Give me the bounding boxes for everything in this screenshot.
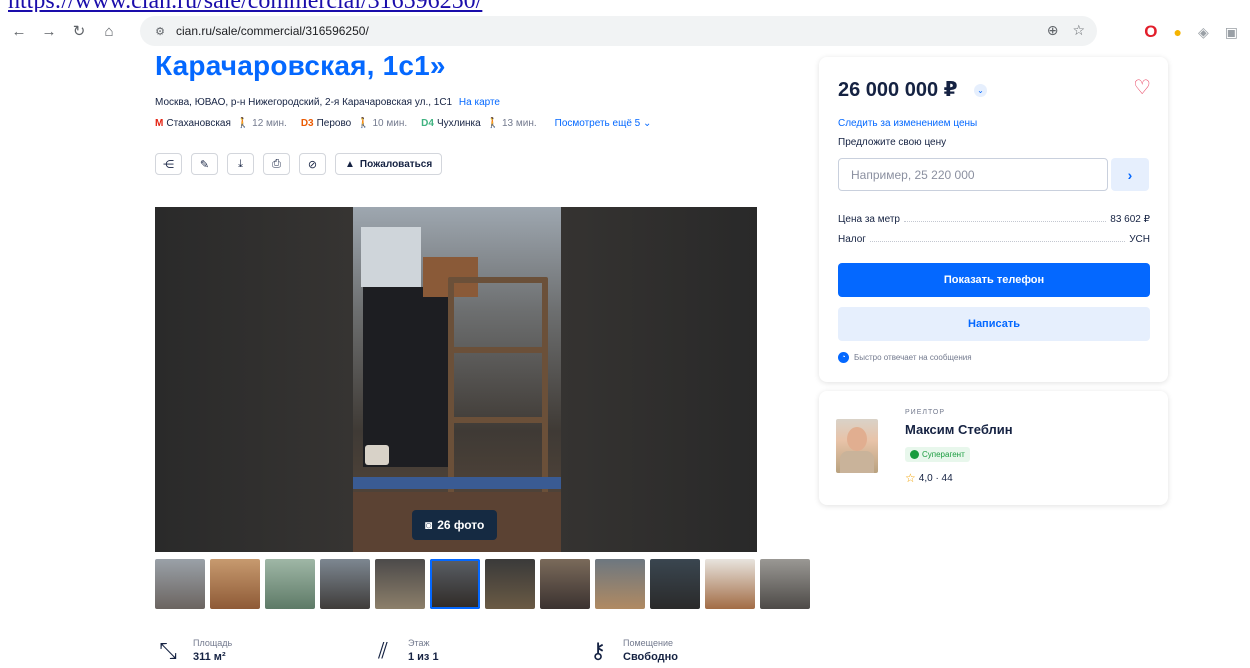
- zoom-icon[interactable]: ⊕: [1047, 22, 1059, 39]
- browser-toolbar: ← → ↻ ⌂ ⚙ cian.ru/sale/commercial/316596…: [0, 12, 1250, 50]
- price-card: 26 000 000 ₽ ⌄ ♡ Следить за изменением ц…: [819, 57, 1168, 382]
- fact-floor: ⫽ Этаж 1 из 1: [370, 638, 585, 664]
- thumbnail-strip: [155, 559, 810, 609]
- print-icon: ⎙: [272, 157, 281, 170]
- chevron-down-icon[interactable]: ⌄: [974, 84, 987, 97]
- heart-icon[interactable]: ♡: [1133, 75, 1151, 100]
- extension-grey-icon[interactable]: ◈: [1198, 24, 1209, 41]
- agent-name[interactable]: Максим Стеблин: [905, 422, 1013, 437]
- show-phone-button[interactable]: Показать телефон: [838, 263, 1150, 297]
- reload-icon[interactable]: ↻: [68, 20, 90, 42]
- address-bar[interactable]: ⚙ cian.ru/sale/commercial/316596250/ ⊕ ☆: [140, 16, 1097, 46]
- metro-station[interactable]: Стахановская: [166, 118, 231, 129]
- clock-icon: ◔: [838, 352, 849, 363]
- avatar[interactable]: [836, 419, 878, 473]
- facts-row: ⤡ Площадь 311 м² ⫽ Этаж 1 из 1 ⚷ Помещен…: [155, 638, 800, 664]
- fact-area: ⤡ Площадь 311 м²: [155, 638, 370, 664]
- offer-label: Предложите свою цену: [838, 137, 947, 148]
- listing-actions: ⋲ ✎ ⤓ ⎙ ⊘ ▲ Пожаловаться: [155, 153, 443, 175]
- metro-station[interactable]: Перово: [317, 118, 352, 129]
- walk-time: 🚶 10 мин.: [357, 118, 408, 129]
- watch-price-link[interactable]: Следить за изменением цены: [838, 118, 977, 129]
- thumbnail[interactable]: [485, 559, 535, 609]
- listing-title: Карачаровская, 1с1»: [155, 50, 446, 81]
- thumbnail[interactable]: [595, 559, 645, 609]
- price-per-meter-row: Цена за метр 83 602 ₽: [838, 214, 1150, 225]
- walk-time: 🚶 12 мин.: [236, 118, 287, 129]
- write-message-button[interactable]: Написать: [838, 307, 1150, 341]
- tax-row: Налог УСН: [838, 234, 1150, 245]
- offer-price-input[interactable]: Например, 25 220 000: [838, 158, 1108, 191]
- complain-button[interactable]: ▲ Пожаловаться: [335, 153, 443, 175]
- download-icon: ⤓: [238, 157, 243, 170]
- thumbnail[interactable]: [705, 559, 755, 609]
- thumbnail[interactable]: [650, 559, 700, 609]
- thumbnail[interactable]: [155, 559, 205, 609]
- listing-address: Москва, ЮВАО, р-н Нижегородский, 2-я Кар…: [155, 97, 500, 108]
- fact-premises: ⚷ Помещение Свободно: [585, 638, 800, 664]
- metro-list: М Стахановская 🚶 12 мин. D3 Перово 🚶 10 …: [155, 118, 651, 129]
- star-icon: ☆: [905, 471, 916, 485]
- thumbnail[interactable]: [265, 559, 315, 609]
- print-button[interactable]: ⎙: [263, 153, 290, 175]
- agent-role: РИЕЛТОР: [905, 409, 946, 416]
- hide-button[interactable]: ⊘: [299, 153, 326, 175]
- camera-icon: ◙: [425, 518, 433, 532]
- address-text: Москва, ЮВАО, р-н Нижегородский, 2-я Кар…: [155, 97, 453, 108]
- extension-icon[interactable]: ●: [1174, 24, 1182, 40]
- edit-button[interactable]: ✎: [191, 153, 218, 175]
- warning-icon: ▲: [345, 158, 355, 170]
- photos-count-button[interactable]: ◙ 26 фото: [412, 510, 498, 540]
- map-link[interactable]: На карте: [459, 97, 500, 108]
- metro-station[interactable]: Чухлинка: [437, 118, 481, 129]
- more-metro-link[interactable]: Посмотреть ещё 5 ⌄: [555, 118, 652, 129]
- thumbnail-active[interactable]: [430, 559, 480, 609]
- share-button[interactable]: ⋲: [155, 153, 182, 175]
- address-bar-url[interactable]: cian.ru/sale/commercial/316596250/: [176, 24, 369, 38]
- stairs-icon: ⫽: [378, 638, 388, 663]
- eye-off-icon: ⊘: [307, 158, 318, 171]
- thumbnail[interactable]: [540, 559, 590, 609]
- chevron-right-icon: ›: [1127, 166, 1133, 183]
- pencil-icon: ✎: [199, 158, 210, 171]
- thumbnail[interactable]: [320, 559, 370, 609]
- thumbnail[interactable]: [210, 559, 260, 609]
- site-settings-icon[interactable]: ⚙: [152, 23, 168, 39]
- photo-gallery[interactable]: ◙ 26 фото: [155, 207, 757, 552]
- forward-icon[interactable]: →: [38, 20, 60, 42]
- walk-time: 🚶 13 мин.: [486, 118, 537, 129]
- area-icon: ⤡: [159, 638, 177, 663]
- agent-card[interactable]: РИЕЛТОР Максим Стеблин Суперагент ☆ 4,0 …: [819, 391, 1168, 505]
- key-icon: ⚷: [589, 638, 607, 663]
- share-icon: ⋲: [163, 158, 174, 171]
- back-icon[interactable]: ←: [8, 20, 30, 42]
- price: 26 000 000 ₽: [838, 79, 958, 101]
- metro-line-icon: М: [155, 118, 164, 129]
- opera-extension-icon[interactable]: O: [1144, 22, 1157, 42]
- home-icon[interactable]: ⌂: [98, 20, 120, 42]
- offer-submit-button[interactable]: ›: [1111, 158, 1149, 191]
- agent-rating[interactable]: ☆ 4,0 · 44: [905, 471, 953, 485]
- metro-line-icon: D3: [300, 118, 314, 129]
- check-icon: [910, 450, 919, 459]
- main-photo[interactable]: [353, 207, 561, 552]
- thumbnail[interactable]: [375, 559, 425, 609]
- bookmark-star-icon[interactable]: ☆: [1072, 22, 1085, 39]
- fast-reply-note: ◔ Быстро отвечает на сообщения: [838, 352, 972, 363]
- superagent-badge: Суперагент: [905, 447, 970, 462]
- puzzle-icon[interactable]: ▣: [1225, 24, 1238, 41]
- download-button[interactable]: ⤓: [227, 153, 254, 175]
- thumbnail[interactable]: [760, 559, 810, 609]
- metro-line-icon: D4: [421, 118, 434, 129]
